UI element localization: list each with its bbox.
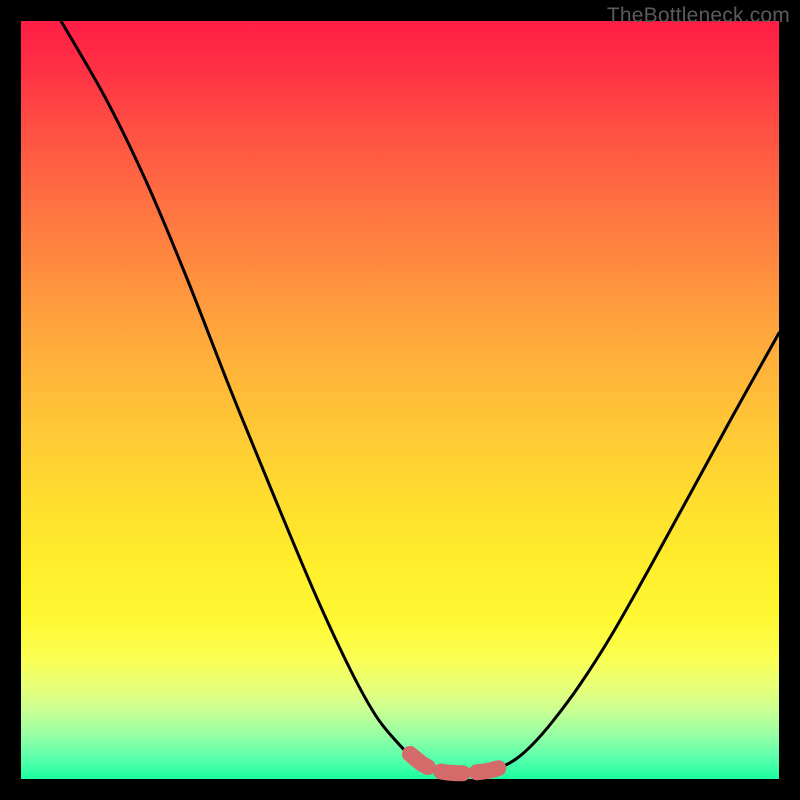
chart-svg [21, 21, 779, 779]
chart-frame: TheBottleneck.com [0, 0, 800, 800]
bottleneck-curve [61, 21, 779, 773]
chart-plot-area [21, 21, 779, 779]
watermark-text: TheBottleneck.com [607, 4, 790, 28]
bottom-highlight-marker [410, 754, 510, 773]
